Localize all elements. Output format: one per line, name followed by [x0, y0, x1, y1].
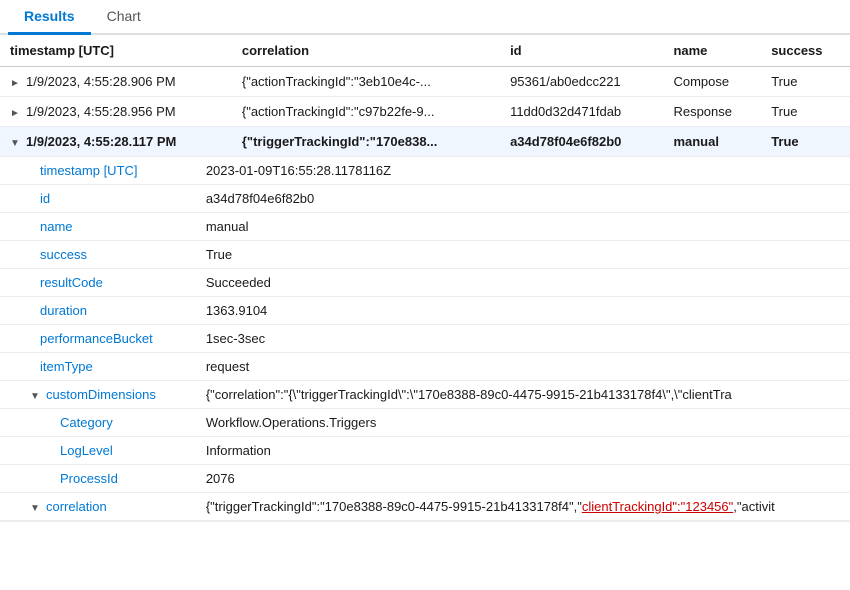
subfield-key-loglevel: LogLevel: [0, 437, 166, 465]
cell-correlation: {"triggerTrackingId":"170e838...: [232, 127, 500, 157]
detail-field-name: name manual: [0, 213, 850, 241]
table-header-row: timestamp [UTC] correlation id name succ…: [0, 35, 850, 67]
subfield-key-processid: ProcessId: [0, 465, 166, 493]
customdimensions-subfield-category: Category Workflow.Operations.Triggers: [0, 409, 850, 437]
detail-field-correlation-header: ▼correlation {"triggerTrackingId":"170e8…: [0, 493, 850, 521]
tab-chart[interactable]: Chart: [91, 0, 157, 35]
col-header-name: name: [663, 35, 761, 67]
detail-value-performancebucket: 1sec-3sec: [166, 325, 850, 353]
detail-row-timestamp: timestamp [UTC] 2023-01-09T16:55:28.1178…: [0, 157, 850, 522]
cell-correlation: {"actionTrackingId":"3eb10e4c-...: [232, 67, 500, 97]
col-header-correlation: correlation: [232, 35, 500, 67]
customdimensions-subfield-loglevel: LogLevel Information: [0, 437, 850, 465]
tab-results[interactable]: Results: [8, 0, 91, 35]
detail-field-performancebucket: performanceBucket 1sec-3sec: [0, 325, 850, 353]
cell-timestamp: ▼1/9/2023, 4:55:28.117 PM: [0, 127, 232, 157]
detail-value-itemtype: request: [166, 353, 850, 381]
tabs-container: Results Chart: [0, 0, 850, 35]
col-header-id: id: [500, 35, 663, 67]
detail-key-itemtype: itemType: [0, 353, 166, 381]
detail-value-resultcode: Succeeded: [166, 269, 850, 297]
detail-value-customdimensions-preview: {"correlation":"{\"triggerTrackingId\":\…: [166, 381, 850, 409]
detail-field-id: id a34d78f04e6f82b0: [0, 185, 850, 213]
detail-value-correlation-preview: {"triggerTrackingId":"170e8388-89c0-4475…: [166, 493, 850, 521]
detail-key-success: success: [0, 241, 166, 269]
customdimensions-subfield-processid: ProcessId 2076: [0, 465, 850, 493]
detail-value-duration: 1363.9104: [166, 297, 850, 325]
detail-field-success: success True: [0, 241, 850, 269]
cell-timestamp: ►1/9/2023, 4:55:28.956 PM: [0, 97, 232, 127]
cell-name: manual: [663, 127, 761, 157]
detail-field-itemtype: itemType request: [0, 353, 850, 381]
cell-success: True: [761, 97, 850, 127]
detail-value-name: manual: [166, 213, 850, 241]
results-table: timestamp [UTC] correlation id name succ…: [0, 35, 850, 522]
customdimensions-expand-chevron[interactable]: ▼: [30, 391, 44, 402]
table-row-expanded: ▼1/9/2023, 4:55:28.117 PM {"triggerTrack…: [0, 127, 850, 157]
detail-value-success: True: [166, 241, 850, 269]
detail-key-duration: duration: [0, 297, 166, 325]
cell-correlation: {"actionTrackingId":"c97b22fe-9...: [232, 97, 500, 127]
results-table-container: timestamp [UTC] correlation id name succ…: [0, 35, 850, 522]
cell-id: a34d78f04e6f82b0: [500, 127, 663, 157]
expand-chevron[interactable]: ▼: [10, 138, 24, 149]
detail-key-performancebucket: performanceBucket: [0, 325, 166, 353]
detail-table: timestamp [UTC] 2023-01-09T16:55:28.1178…: [0, 157, 850, 521]
detail-key-resultcode: resultCode: [0, 269, 166, 297]
detail-key-name: name: [0, 213, 166, 241]
expand-chevron[interactable]: ►: [10, 78, 24, 89]
detail-key-timestamp: timestamp [UTC]: [0, 157, 166, 185]
detail-value-id: a34d78f04e6f82b0: [166, 185, 850, 213]
col-header-success: success: [761, 35, 850, 67]
subfield-key-category: Category: [0, 409, 166, 437]
cell-timestamp: ►1/9/2023, 4:55:28.906 PM: [0, 67, 232, 97]
tab-bar: Results Chart: [0, 0, 850, 35]
detail-field-timestamp: timestamp [UTC] 2023-01-09T16:55:28.1178…: [0, 157, 850, 185]
cell-success: True: [761, 127, 850, 157]
cell-name: Response: [663, 97, 761, 127]
correlation-expand-chevron[interactable]: ▼: [30, 503, 44, 514]
detail-key-customdimensions: ▼customDimensions: [0, 381, 166, 409]
cell-success: True: [761, 67, 850, 97]
col-header-timestamp: timestamp [UTC]: [0, 35, 232, 67]
subfield-value-loglevel: Information: [166, 437, 850, 465]
detail-value-timestamp: 2023-01-09T16:55:28.1178116Z: [166, 157, 850, 185]
cell-id: 11dd0d32d471fdab: [500, 97, 663, 127]
cell-name: Compose: [663, 67, 761, 97]
detail-key-correlation: ▼correlation: [0, 493, 166, 521]
expand-chevron[interactable]: ►: [10, 108, 24, 119]
detail-field-duration: duration 1363.9104: [0, 297, 850, 325]
detail-field-customdimensions-header: ▼customDimensions {"correlation":"{\"tri…: [0, 381, 850, 409]
table-row: ►1/9/2023, 4:55:28.906 PM {"actionTracki…: [0, 67, 850, 97]
table-row: ►1/9/2023, 4:55:28.956 PM {"actionTracki…: [0, 97, 850, 127]
cell-id: 95361/ab0edcc221: [500, 67, 663, 97]
subfield-value-category: Workflow.Operations.Triggers: [166, 409, 850, 437]
correlation-highlight: clientTrackingId":"123456": [582, 499, 733, 514]
detail-field-resultcode: resultCode Succeeded: [0, 269, 850, 297]
subfield-value-processid: 2076: [166, 465, 850, 493]
detail-key-id: id: [0, 185, 166, 213]
